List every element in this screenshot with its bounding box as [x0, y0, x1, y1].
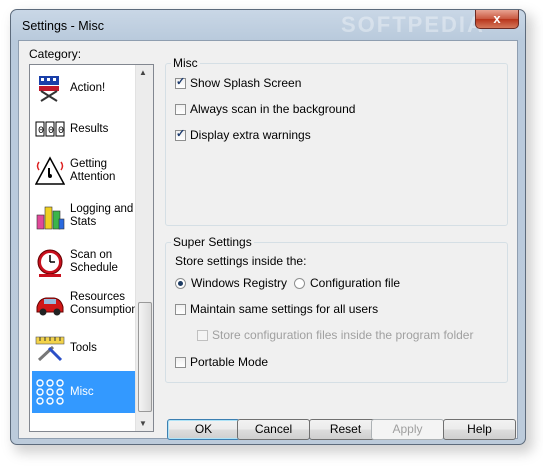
scrollbar-thumb[interactable]	[138, 302, 152, 412]
category-item-logging-and-stats[interactable]: Logging and Stats	[32, 195, 136, 237]
sports-car-icon	[35, 289, 65, 319]
category-item-scan-on-schedule[interactable]: Scan on Schedule	[32, 241, 136, 283]
category-scrollbar[interactable]: ▲ ▼	[135, 65, 153, 431]
category-item-label: Getting Attention	[70, 158, 116, 183]
portable-mode-label: Portable Mode	[190, 355, 269, 369]
misc-group-title: Misc	[171, 56, 200, 70]
close-icon: x	[493, 11, 501, 26]
configuration-file-option[interactable]: Configuration file	[294, 276, 400, 290]
category-item-tools[interactable]: Tools	[32, 327, 136, 369]
extra-warnings-label: Display extra warnings	[190, 128, 311, 142]
svg-text:0: 0	[58, 126, 64, 137]
always-scan-checkbox[interactable]	[175, 103, 186, 115]
same-settings-option[interactable]: Maintain same settings for all users	[175, 302, 378, 316]
help-button[interactable]: Help	[443, 419, 516, 440]
category-item-misc[interactable]: Misc	[32, 371, 136, 413]
cancel-button[interactable]: Cancel	[237, 419, 310, 440]
category-item-resources-consumption[interactable]: Resources Consumption	[32, 283, 138, 325]
window-title: Settings - Misc	[22, 19, 104, 33]
extra-warnings-option[interactable]: Display extra warnings	[175, 127, 311, 142]
category-list[interactable]: Action! 0 0 0 Results Getting Attention …	[29, 64, 154, 432]
category-item-results[interactable]: 0 0 0 Results	[32, 108, 136, 150]
category-item-action[interactable]: Action!	[32, 67, 136, 109]
super-settings-title: Super Settings	[171, 235, 254, 249]
category-item-label: Misc	[70, 385, 94, 398]
category-label: Category:	[29, 47, 82, 61]
misc-groupbox: Misc Show Splash Screen Always scan in t…	[165, 56, 508, 226]
svg-text:0: 0	[48, 126, 54, 137]
scroll-down-icon[interactable]: ▼	[139, 419, 147, 428]
store-config-label: Store configuration files inside the pro…	[212, 328, 474, 342]
apply-button: Apply	[371, 419, 444, 440]
category-item-label: Tools	[70, 341, 97, 354]
always-scan-label: Always scan in the background	[190, 102, 356, 116]
director-chair-icon	[35, 73, 65, 103]
dialog-client-area: Category: Action! 0 0 0 Results Getting …	[18, 40, 518, 440]
store-settings-label: Store settings inside the:	[175, 254, 307, 268]
configuration-file-radio[interactable]	[294, 277, 305, 289]
close-button[interactable]: x	[475, 10, 519, 29]
category-item-label: Resources Consumption	[70, 291, 138, 316]
extra-warnings-checkbox[interactable]	[175, 127, 186, 141]
category-item-label: Results	[70, 122, 109, 135]
category-item-label: Logging and Stats	[70, 203, 134, 228]
windows-registry-radio[interactable]	[175, 277, 186, 289]
windows-registry-option[interactable]: Windows Registry	[175, 276, 287, 290]
settings-window: SOFTPEDIA Settings - Misc x Category: Ac…	[10, 9, 526, 445]
category-item-label: Scan on Schedule	[70, 249, 118, 274]
portable-mode-option[interactable]: Portable Mode	[175, 355, 268, 369]
store-config-option: Store configuration files inside the pro…	[197, 328, 473, 342]
store-config-checkbox	[197, 329, 208, 341]
show-splash-option[interactable]: Show Splash Screen	[175, 75, 302, 90]
svg-text:0: 0	[38, 126, 44, 137]
watermark: SOFTPEDIA	[341, 12, 485, 37]
windows-registry-label: Windows Registry	[191, 276, 288, 290]
bar-chart-icon	[35, 201, 65, 231]
category-item-getting-attention[interactable]: Getting Attention	[32, 150, 136, 192]
dots-grid-icon	[35, 377, 65, 407]
super-settings-groupbox: Super Settings Store settings inside the…	[165, 235, 508, 383]
show-splash-label: Show Splash Screen	[190, 76, 302, 90]
counter-icon: 0 0 0	[35, 114, 65, 144]
ok-button[interactable]: OK	[167, 419, 240, 440]
same-settings-label: Maintain same settings for all users	[190, 302, 379, 316]
scroll-up-icon[interactable]: ▲	[139, 68, 147, 77]
same-settings-checkbox[interactable]	[175, 303, 186, 315]
alarm-clock-icon	[35, 247, 65, 277]
tools-icon	[35, 333, 65, 363]
configuration-file-label: Configuration file	[310, 276, 401, 290]
portable-mode-checkbox[interactable]	[175, 356, 186, 368]
show-splash-checkbox[interactable]	[175, 75, 186, 89]
category-item-label: Action!	[70, 81, 106, 94]
warning-sign-icon	[35, 156, 65, 186]
always-scan-option[interactable]: Always scan in the background	[175, 102, 355, 116]
